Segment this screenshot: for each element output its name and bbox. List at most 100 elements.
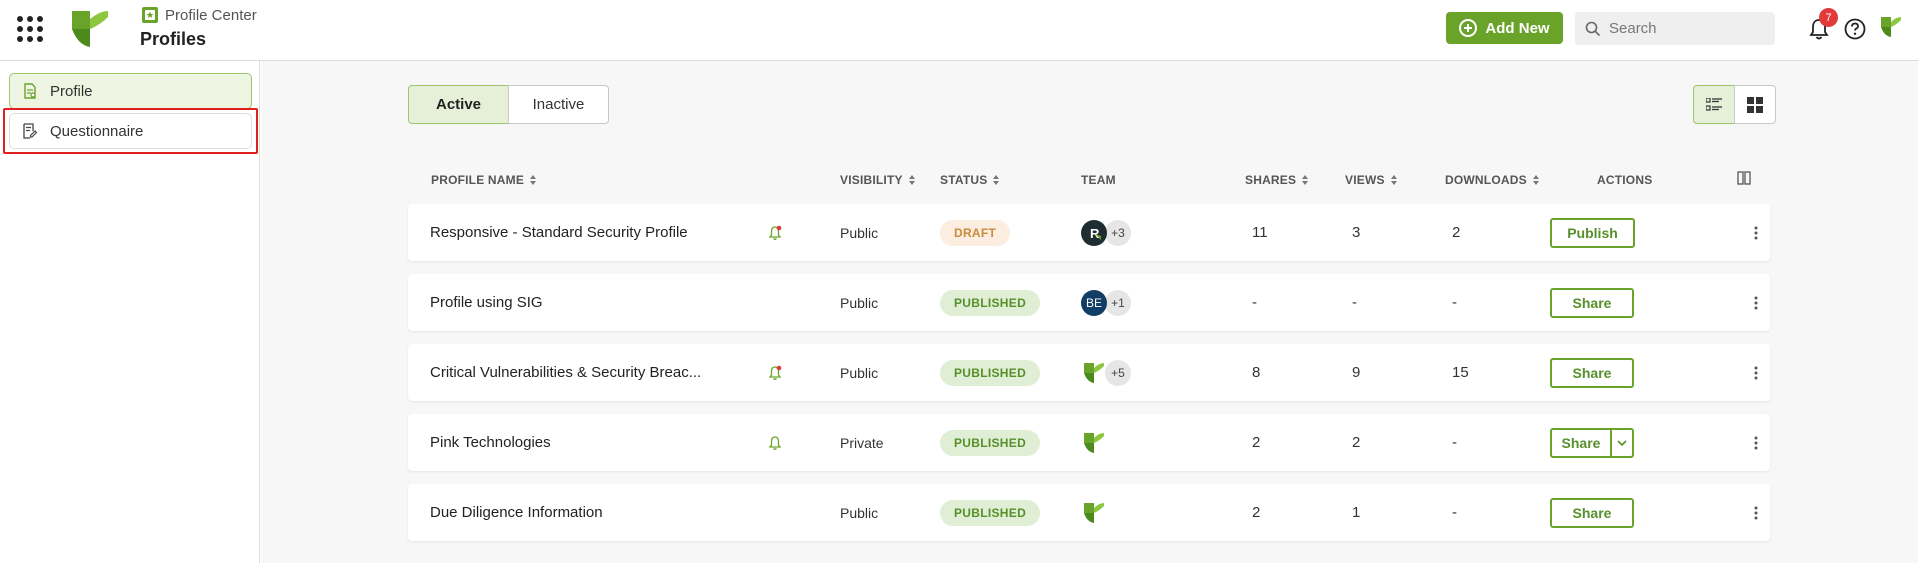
column-header-actions: ACTIONS <box>1597 173 1652 187</box>
more-options-icon[interactable] <box>1749 274 1763 331</box>
share-button[interactable]: Share <box>1552 429 1612 456</box>
team-avatars[interactable]: +5 <box>1081 344 1131 401</box>
search-input[interactable] <box>1609 20 1759 37</box>
table-row[interactable]: Due Diligence Information Public PUBLISH… <box>408 484 1770 541</box>
views-count: 9 <box>1352 364 1361 381</box>
team-avatars[interactable]: R +3 <box>1081 204 1131 261</box>
visibility-value: Public <box>840 224 879 241</box>
column-label: PROFILE NAME <box>431 173 525 187</box>
views-count: 1 <box>1352 504 1361 521</box>
visibility-value: Public <box>840 294 879 311</box>
avatar-initial: R <box>1090 226 1100 241</box>
status-label: PUBLISHED <box>940 429 1041 456</box>
status-label: PUBLISHED <box>940 289 1041 316</box>
more-options-icon[interactable] <box>1749 204 1763 261</box>
notification-bell-icon[interactable] <box>768 414 784 471</box>
page-title: Profiles <box>140 29 207 49</box>
tab-inactive[interactable]: Inactive <box>508 85 609 124</box>
sidebar-item-profile[interactable]: Profile <box>9 73 252 109</box>
sort-icon[interactable] <box>1390 175 1398 185</box>
team-avatars[interactable] <box>1081 484 1107 541</box>
downloads-count: - <box>1452 434 1457 451</box>
more-options-icon[interactable] <box>1749 484 1763 541</box>
publish-button[interactable]: Publish <box>1550 217 1635 248</box>
edit-document-icon <box>23 123 38 139</box>
column-header-shares[interactable]: SHARES <box>1245 173 1309 187</box>
downloads-count: - <box>1452 504 1457 521</box>
status-label: PUBLISHED <box>940 499 1041 526</box>
notification-count-badge: 7 <box>1819 8 1838 27</box>
share-button[interactable]: Share <box>1550 287 1634 318</box>
profile-name[interactable]: Responsive - Standard Security Profile <box>430 204 688 261</box>
team-avatars[interactable] <box>1081 414 1107 471</box>
team-logo-icon <box>1081 430 1107 456</box>
sort-icon[interactable] <box>530 175 537 185</box>
list-view-button[interactable] <box>1693 85 1735 124</box>
table-row[interactable]: Responsive - Standard Security Profile P… <box>408 204 1770 261</box>
column-label: TEAM <box>1081 173 1116 187</box>
more-options-icon[interactable] <box>1749 414 1763 471</box>
brand-logo-icon[interactable] <box>70 9 110 49</box>
views-count: 2 <box>1352 434 1361 451</box>
table-row[interactable]: Profile using SIG Public PUBLISHED BE +1… <box>408 274 1770 331</box>
notification-alert-icon[interactable] <box>768 204 784 261</box>
sort-icon[interactable] <box>1532 175 1540 185</box>
team-more-count[interactable]: +5 <box>1105 359 1131 386</box>
shares-count: - <box>1252 294 1257 311</box>
plus-circle-icon <box>1459 19 1478 37</box>
breadcrumb-label[interactable]: Profile Center <box>165 7 257 24</box>
columns-settings-icon[interactable] <box>1737 171 1751 185</box>
profile-name[interactable]: Profile using SIG <box>430 274 543 331</box>
add-new-button[interactable]: Add New <box>1446 12 1563 44</box>
team-logo-icon <box>1081 360 1107 386</box>
grid-view-icon <box>1747 96 1763 113</box>
sort-icon[interactable] <box>908 175 916 185</box>
shares-count: 8 <box>1252 364 1261 381</box>
column-label: ACTIONS <box>1597 173 1653 187</box>
table-row[interactable]: Pink Technologies Private PUBLISHED 2 2 … <box>408 414 1770 471</box>
apps-grid-icon[interactable] <box>17 16 43 42</box>
column-label: VISIBILITY <box>840 173 903 187</box>
help-icon[interactable] <box>1844 18 1866 40</box>
visibility-value: Public <box>840 364 879 381</box>
share-button[interactable]: Share <box>1550 357 1634 388</box>
team-avatars[interactable]: BE +1 <box>1081 274 1131 331</box>
sort-icon[interactable] <box>1302 175 1309 185</box>
tab-active[interactable]: Active <box>408 85 509 124</box>
views-count: - <box>1352 294 1357 311</box>
status-badge: PUBLISHED <box>940 414 1041 471</box>
profile-name[interactable]: Pink Technologies <box>430 414 551 471</box>
column-label: VIEWS <box>1345 173 1385 187</box>
shares-count: 11 <box>1252 224 1268 241</box>
status-label: DRAFT <box>940 219 1011 246</box>
sidebar-item-questionnaire[interactable]: Questionnaire <box>9 113 252 149</box>
table-row[interactable]: Critical Vulnerabilities & Security Brea… <box>408 344 1770 401</box>
more-options-icon[interactable] <box>1749 344 1763 401</box>
chevron-down-icon[interactable] <box>1612 430 1632 456</box>
team-more-count[interactable]: +1 <box>1105 289 1131 316</box>
grid-view-button[interactable] <box>1734 85 1776 124</box>
share-button[interactable]: Share <box>1550 497 1634 528</box>
document-icon <box>24 83 36 99</box>
top-header: Profile Center Profiles Add New 7 <box>0 0 1918 61</box>
downloads-count: 2 <box>1452 224 1461 241</box>
breadcrumb[interactable]: Profile Center <box>141 6 257 24</box>
shares-count: 2 <box>1252 434 1261 451</box>
column-header-profile-name[interactable]: PROFILE NAME <box>431 173 537 187</box>
add-new-label: Add New <box>1485 19 1550 37</box>
notification-alert-icon[interactable] <box>768 344 784 401</box>
column-label: DOWNLOADS <box>1445 173 1527 187</box>
profile-center-icon <box>142 7 158 23</box>
column-header-views[interactable]: VIEWS <box>1345 173 1398 187</box>
column-header-visibility[interactable]: VISIBILITY <box>840 173 916 187</box>
user-avatar-icon[interactable] <box>1880 16 1902 38</box>
status-label: PUBLISHED <box>940 359 1041 386</box>
downloads-count: - <box>1452 294 1457 311</box>
sort-icon[interactable] <box>993 175 1000 185</box>
profile-name[interactable]: Critical Vulnerabilities & Security Brea… <box>430 344 701 401</box>
column-header-status[interactable]: STATUS <box>940 173 1000 187</box>
search-box[interactable] <box>1575 12 1775 45</box>
team-more-count[interactable]: +3 <box>1105 219 1131 246</box>
column-header-downloads[interactable]: DOWNLOADS <box>1445 173 1540 187</box>
profile-name[interactable]: Due Diligence Information <box>430 484 603 541</box>
